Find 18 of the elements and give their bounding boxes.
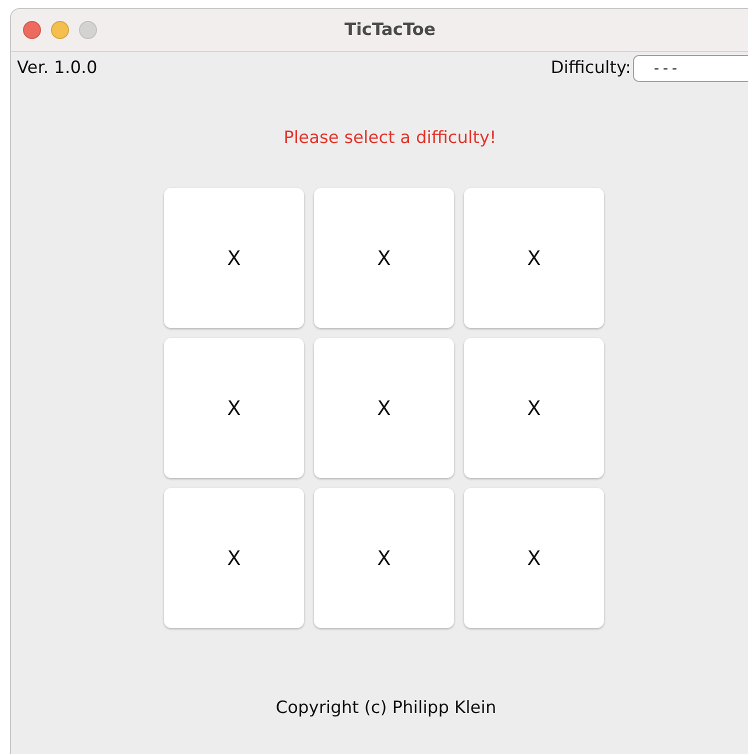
- version-label: Ver. 1.0.0: [17, 58, 98, 78]
- board-cell[interactable]: X: [464, 488, 604, 628]
- window-title: TicTacToe: [344, 20, 436, 40]
- board-cell[interactable]: X: [464, 188, 604, 328]
- close-button[interactable]: [23, 21, 41, 39]
- status-message: Please select a difficulty!: [282, 128, 498, 148]
- board-cell[interactable]: X: [464, 338, 604, 478]
- board-cell[interactable]: X: [314, 338, 454, 478]
- zoom-button[interactable]: [79, 21, 97, 39]
- board-cell[interactable]: X: [164, 488, 304, 628]
- board-cell[interactable]: X: [314, 188, 454, 328]
- board-cell[interactable]: X: [164, 188, 304, 328]
- copyright-text: Copyright (c) Philipp Klein: [274, 698, 498, 718]
- difficulty-dropdown[interactable]: ---: [633, 54, 748, 82]
- difficulty-label: Difficulty:: [550, 58, 631, 78]
- board-cell[interactable]: X: [164, 338, 304, 478]
- board-cell[interactable]: X: [314, 488, 454, 628]
- minimize-button[interactable]: [51, 21, 69, 39]
